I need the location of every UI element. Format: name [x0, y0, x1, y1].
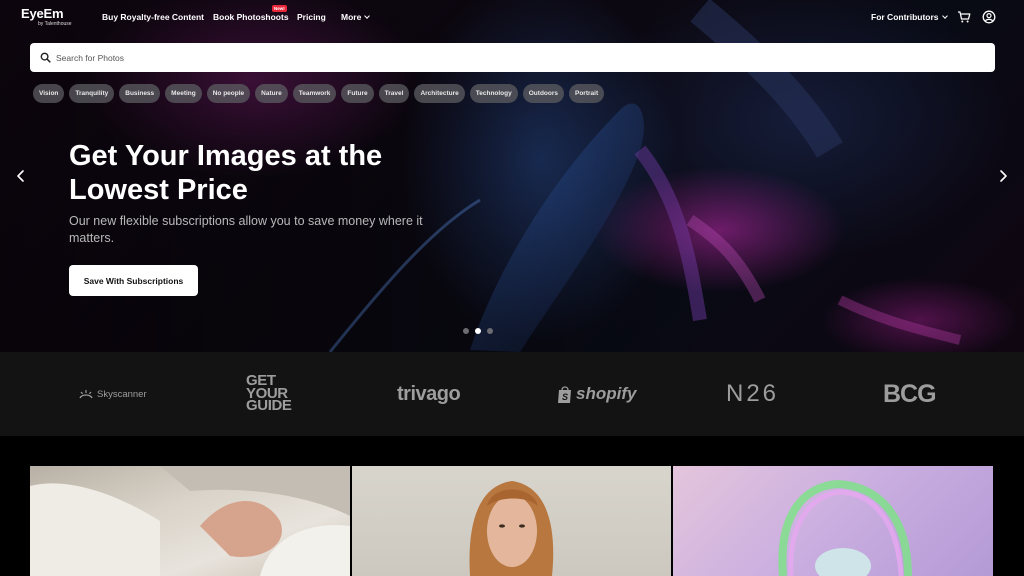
chip-vision[interactable]: Vision	[33, 84, 65, 103]
eyeem-logo[interactable]: EyeEm by Talenthouse	[21, 6, 72, 27]
nav-link-for-contributors[interactable]: For Contributors	[871, 12, 948, 22]
chip-future[interactable]: Future	[341, 84, 374, 103]
logo-text: EyeEm	[21, 6, 64, 21]
client-logos-bar: Skyscanner GET YOUR GUIDE trivago S shop…	[0, 352, 1024, 436]
getyourguide-logo: GET YOUR GUIDE	[246, 352, 292, 436]
photo-tile-portrait[interactable]	[352, 466, 671, 576]
trivago-logo: trivago	[397, 352, 461, 436]
chip-technology[interactable]: Technology	[469, 84, 518, 103]
carousel-dot-2[interactable]	[475, 328, 481, 334]
chip-teamwork[interactable]: Teamwork	[292, 84, 337, 103]
chevron-left-icon[interactable]	[14, 169, 28, 183]
category-chips: Vision Tranquility Business Meeting No p…	[33, 84, 605, 103]
contributors-label: For Contributors	[871, 12, 939, 22]
photo-gallery	[30, 466, 993, 576]
chip-no-people[interactable]: No people	[206, 84, 251, 103]
search-icon	[40, 52, 51, 63]
carousel-dot-3[interactable]	[487, 328, 493, 334]
abstract-3d-photo	[778, 479, 912, 576]
trivago-text: trivago	[397, 382, 461, 405]
chip-meeting[interactable]: Meeting	[165, 84, 202, 103]
cart-icon[interactable]	[957, 10, 971, 24]
bcg-text: BCG	[883, 379, 937, 408]
skyscanner-logo: Skyscanner	[78, 352, 147, 436]
chip-travel[interactable]: Travel	[378, 84, 410, 103]
carousel-dot-1[interactable]	[463, 328, 469, 334]
chip-tranquility[interactable]: Tranquility	[69, 84, 115, 103]
chip-portrait[interactable]: Portrait	[569, 84, 605, 103]
svg-text:S: S	[562, 392, 568, 402]
shopping-bag-icon: S	[558, 385, 571, 403]
hands-photo	[30, 466, 350, 576]
nav-link-book-photoshoots[interactable]: Book Photoshoots	[213, 12, 289, 22]
bcg-logo: BCG	[883, 352, 937, 436]
search-bar[interactable]	[30, 43, 995, 72]
skyscanner-text: Skyscanner	[97, 388, 147, 400]
gyg-line-3: GUIDE	[246, 397, 292, 415]
sunrise-icon	[79, 390, 93, 399]
chevron-down-icon	[941, 13, 948, 19]
hero-title: Get Your Images at the Lowest Price	[69, 140, 383, 206]
chip-business[interactable]: Business	[119, 84, 161, 103]
nav-link-pricing[interactable]: Pricing	[297, 12, 326, 22]
carousel-dots	[463, 328, 493, 334]
n26-text: N26	[726, 380, 780, 407]
chip-nature[interactable]: Nature	[255, 84, 288, 103]
save-with-subscriptions-button[interactable]: Save With Subscriptions	[69, 265, 198, 296]
more-label: More	[341, 12, 362, 22]
photo-tile-hands[interactable]	[30, 466, 350, 576]
n26-logo: N26	[726, 352, 779, 436]
shopify-text: shopify	[576, 384, 637, 403]
search-input[interactable]	[56, 52, 956, 63]
top-navigation: EyeEm by Talenthouse Buy Royalty-free Co…	[0, 0, 1024, 34]
logo-subtext: by Talenthouse	[38, 21, 72, 27]
account-icon[interactable]	[982, 10, 996, 24]
chevron-right-icon[interactable]	[996, 169, 1010, 183]
photo-tile-abstract-3d[interactable]	[673, 466, 993, 576]
chip-architecture[interactable]: Architecture	[414, 84, 465, 103]
nav-link-more[interactable]: More	[341, 12, 371, 22]
new-badge: New!	[272, 5, 287, 12]
chevron-down-icon	[364, 13, 371, 19]
portrait-photo	[469, 481, 554, 576]
nav-link-buy-content[interactable]: Buy Royalty-free Content	[102, 12, 204, 22]
shopify-logo: S shopify	[557, 352, 636, 436]
chip-outdoors[interactable]: Outdoors	[522, 84, 564, 103]
hero-subtitle: Our new flexible subscriptions allow you…	[69, 214, 423, 245]
